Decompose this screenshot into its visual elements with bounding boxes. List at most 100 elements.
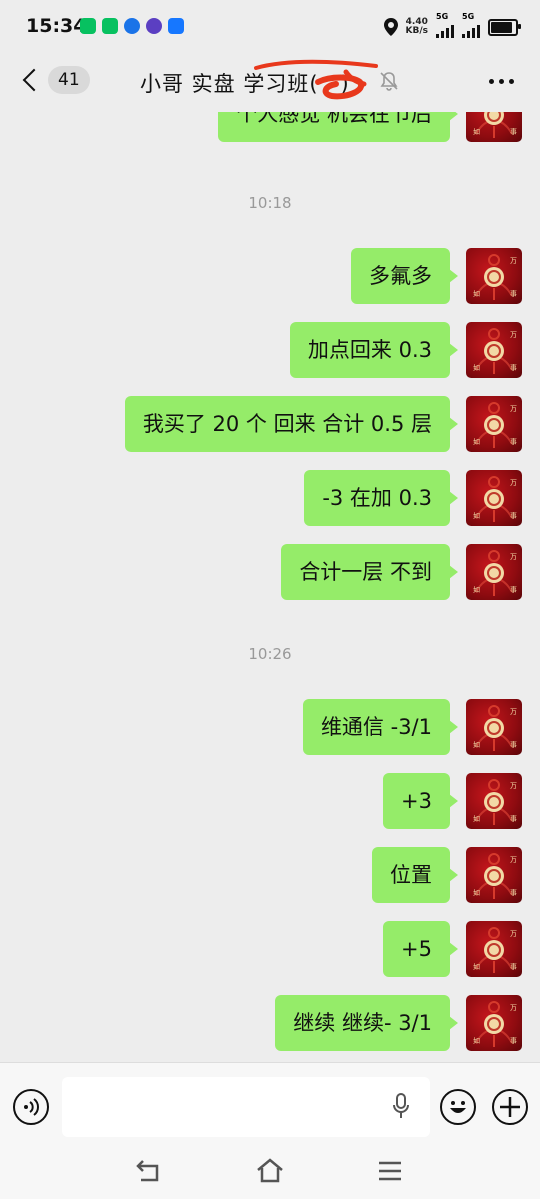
svg-text:事: 事 xyxy=(510,363,517,372)
microphone-icon[interactable] xyxy=(392,1093,410,1119)
status-time: 15:34 xyxy=(26,15,87,37)
message-bubble[interactable]: 继续 继续- 3/1 xyxy=(275,995,458,1051)
message-row: 合计一层 不到 万如 事 xyxy=(281,544,522,600)
wechat-notification-icon xyxy=(102,18,118,34)
message-row: 位置 万如 事 xyxy=(372,847,522,903)
svg-text:事: 事 xyxy=(510,127,517,136)
home-nav-icon[interactable] xyxy=(255,1156,285,1186)
more-options-button[interactable] xyxy=(489,79,514,84)
more-functions-button[interactable] xyxy=(492,1089,528,1125)
svg-text:万: 万 xyxy=(510,930,517,938)
message-input[interactable] xyxy=(62,1077,430,1137)
svg-text:事: 事 xyxy=(510,740,517,749)
network-speed: 4.40 KB/s xyxy=(405,17,428,36)
dot xyxy=(509,79,514,84)
unread-count-badge: 41 xyxy=(48,66,90,94)
message-bubble[interactable]: 合计一层 不到 xyxy=(281,544,458,600)
avatar[interactable]: 万如 事 xyxy=(466,396,522,452)
svg-text:万: 万 xyxy=(510,405,517,413)
message-row: +5 万如 事 xyxy=(383,921,522,977)
avatar[interactable]: 万如 事 xyxy=(466,248,522,304)
app-notification-icon xyxy=(168,18,184,34)
svg-text:万: 万 xyxy=(510,553,517,561)
voice-toggle-button[interactable] xyxy=(13,1089,49,1125)
chat-header: 41 小哥 实盘 学习班() xyxy=(0,56,540,112)
svg-text:事: 事 xyxy=(510,888,517,897)
svg-text:事: 事 xyxy=(510,814,517,823)
avatar[interactable]: 万如 事 xyxy=(466,322,522,378)
status-bar: 15:34 4.40 KB/s 5G 5G xyxy=(0,0,540,56)
battery-icon xyxy=(488,18,521,36)
message-bubble[interactable]: +3 xyxy=(383,773,458,829)
mute-bell-icon xyxy=(380,72,398,91)
svg-text:如: 如 xyxy=(473,127,480,136)
avatar[interactable]: 万如 事 xyxy=(466,544,522,600)
notification-icons xyxy=(80,18,184,34)
avatar[interactable]: 万如 事 xyxy=(466,921,522,977)
svg-text:万: 万 xyxy=(510,856,517,864)
message-row: -3 在加 0.3 万如 事 xyxy=(304,470,522,526)
svg-text:事: 事 xyxy=(510,962,517,971)
message-bubble[interactable]: +5 xyxy=(383,921,458,977)
avatar[interactable]: 万如事 xyxy=(466,470,522,526)
svg-text:如: 如 xyxy=(473,437,480,446)
location-icon xyxy=(383,18,398,36)
voice-icon xyxy=(24,1098,39,1116)
message-timestamp: 10:26 xyxy=(248,645,292,663)
dot xyxy=(499,79,504,84)
message-list[interactable]: 个人感觉 机会在节后万如事10:18多氟多万如事加点回来 0.3万如事我买了 2… xyxy=(0,112,540,1062)
message-row: 维通信 -3/1 万如 事 xyxy=(302,699,522,755)
app-notification-icon xyxy=(80,18,96,34)
back-chevron-icon xyxy=(22,68,46,92)
message-row: 多氟多 万如 事 xyxy=(351,248,522,304)
dot xyxy=(489,79,494,84)
svg-text:如: 如 xyxy=(473,740,480,749)
emoji-button[interactable] xyxy=(440,1089,476,1125)
smiley-icon xyxy=(450,1101,466,1113)
svg-text:万: 万 xyxy=(510,331,517,339)
menu-nav-icon[interactable] xyxy=(375,1156,405,1186)
avatar[interactable]: 万如 事 xyxy=(466,995,522,1051)
svg-text:如: 如 xyxy=(473,585,480,594)
redaction-scribble xyxy=(254,59,378,100)
message-bubble[interactable]: 我买了 20 个 回来 合计 0.5 层 xyxy=(124,396,459,452)
svg-text:如: 如 xyxy=(473,888,480,897)
system-nav-bar xyxy=(0,1150,540,1199)
svg-text:如: 如 xyxy=(473,511,480,520)
svg-text:事: 事 xyxy=(510,437,517,446)
message-row: 继续 继续- 3/1 万如 事 xyxy=(275,995,522,1051)
plus-icon xyxy=(500,1097,520,1117)
svg-text:如: 如 xyxy=(473,814,480,823)
avatar[interactable]: 万如事 xyxy=(466,112,522,142)
back-nav-icon[interactable] xyxy=(135,1156,165,1186)
avatar[interactable]: 万如 事 xyxy=(466,773,522,829)
message-bubble[interactable]: -3 在加 0.3 xyxy=(304,470,458,526)
status-right: 4.40 KB/s 5G 5G xyxy=(383,12,521,38)
message-row: 加点回来 0.3 万如 事 xyxy=(289,322,522,378)
message-bubble[interactable]: 个人感觉 机会在节后 xyxy=(218,112,458,142)
svg-text:万: 万 xyxy=(510,257,517,265)
svg-text:事: 事 xyxy=(510,585,517,594)
svg-text:如: 如 xyxy=(473,289,480,298)
svg-text:万: 万 xyxy=(510,708,517,716)
avatar[interactable]: 万如 事 xyxy=(466,847,522,903)
app-notification-icon xyxy=(124,18,140,34)
svg-text:事: 事 xyxy=(510,511,517,520)
svg-text:如: 如 xyxy=(473,962,480,971)
message-bubble[interactable]: 加点回来 0.3 xyxy=(289,322,459,378)
svg-text:万: 万 xyxy=(510,1004,517,1012)
svg-text:万: 万 xyxy=(510,782,517,790)
signal-icon: 5G xyxy=(436,12,454,38)
back-button[interactable]: 41 xyxy=(18,66,90,94)
svg-text:如: 如 xyxy=(473,363,480,372)
app-notification-icon xyxy=(146,18,162,34)
svg-text:事: 事 xyxy=(510,289,517,298)
message-bubble[interactable]: 维通信 -3/1 xyxy=(302,699,459,755)
svg-text:如: 如 xyxy=(473,1036,480,1045)
svg-text:事: 事 xyxy=(510,1036,517,1045)
signal-icon: 5G xyxy=(462,12,480,38)
message-bubble[interactable]: 位置 xyxy=(372,847,458,903)
avatar[interactable]: 万如 事 xyxy=(466,699,522,755)
input-bar xyxy=(0,1062,540,1151)
message-bubble[interactable]: 多氟多 xyxy=(351,248,458,304)
